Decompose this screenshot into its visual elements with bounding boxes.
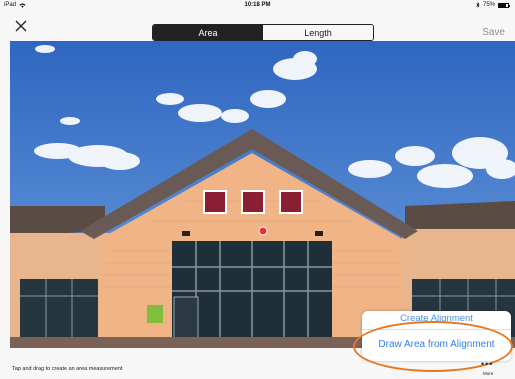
upper-window-right (279, 190, 303, 214)
more-label: More (483, 371, 494, 376)
status-right: 75% (476, 2, 510, 8)
photo-canvas (10, 41, 515, 348)
more-dots-icon: ••• (481, 359, 494, 369)
bluetooth-icon (476, 2, 480, 8)
save-button[interactable]: Save (482, 27, 505, 38)
tab-area[interactable]: Area (153, 25, 263, 40)
nav-bar: Area Length Save (0, 10, 515, 42)
green-sign (147, 305, 163, 323)
battery-fill (499, 3, 506, 7)
hint-text: Tap and drag to create an area measureme… (12, 366, 123, 372)
more-popup-menu: Create Alignment Draw Area from Alignmen… (362, 311, 511, 361)
menu-item-draw-area-from-alignment[interactable]: Draw Area from Alignment (362, 333, 511, 357)
upper-window-center (241, 190, 265, 214)
wall-light-right (315, 231, 323, 236)
status-time: 10:18 PM (244, 2, 271, 8)
status-bar: iPad 10:18 PM 75% (0, 0, 515, 10)
battery-percent: 75% (482, 2, 495, 8)
close-icon (15, 20, 27, 32)
tab-length[interactable]: Length (263, 25, 373, 40)
close-button[interactable] (14, 19, 28, 33)
more-button[interactable]: ••• More (478, 360, 500, 378)
right-roof (405, 201, 515, 233)
mode-segmented-control: Area Length (152, 24, 374, 41)
battery-icon (498, 2, 510, 8)
building-facade-photo[interactable] (10, 41, 515, 348)
menu-item-create-alignment[interactable]: Create Alignment (362, 311, 511, 329)
menu-divider (362, 329, 511, 330)
wall-light-left (182, 231, 190, 236)
measurement-point[interactable] (258, 226, 268, 236)
upper-window-left (203, 190, 227, 214)
